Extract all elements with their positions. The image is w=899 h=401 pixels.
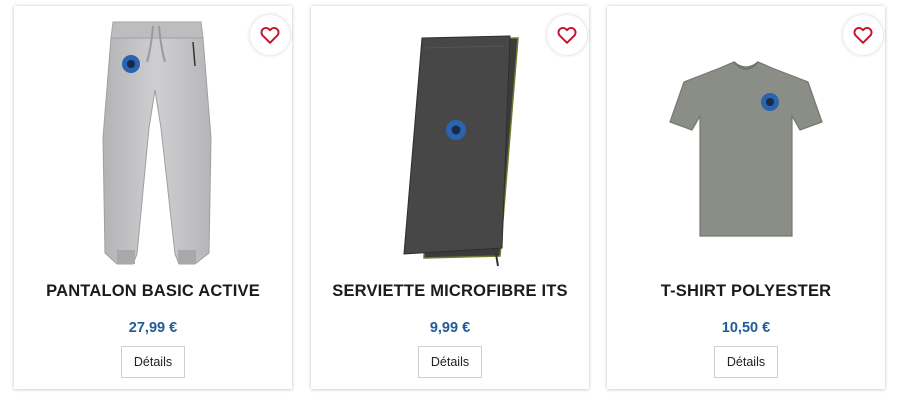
product-card[interactable]: PANTALON BASIC ACTIVE 27,99 € Détails <box>14 6 292 389</box>
product-price: 10,50 € <box>721 320 771 336</box>
product-image-pants[interactable] <box>33 18 273 273</box>
product-image-tshirt[interactable] <box>626 18 866 273</box>
product-card[interactable]: T-SHIRT POLYESTER 10,50 € Détails <box>607 6 885 389</box>
product-title[interactable]: PANTALON BASIC ACTIVE <box>14 282 292 301</box>
product-grid: PANTALON BASIC ACTIVE 27,99 € Détails SE… <box>0 0 899 401</box>
product-card[interactable]: SERVIETTE MICROFIBRE ITS 9,99 € Détails <box>311 6 589 389</box>
details-button[interactable]: Détails <box>714 346 778 378</box>
product-price: 9,99 € <box>429 320 471 336</box>
product-title[interactable]: T-SHIRT POLYESTER <box>607 282 885 301</box>
product-title[interactable]: SERVIETTE MICROFIBRE ITS <box>311 282 589 301</box>
details-button[interactable]: Détails <box>121 346 185 378</box>
product-price: 27,99 € <box>128 320 178 336</box>
details-button[interactable]: Détails <box>418 346 482 378</box>
product-image-towel[interactable] <box>330 18 570 273</box>
